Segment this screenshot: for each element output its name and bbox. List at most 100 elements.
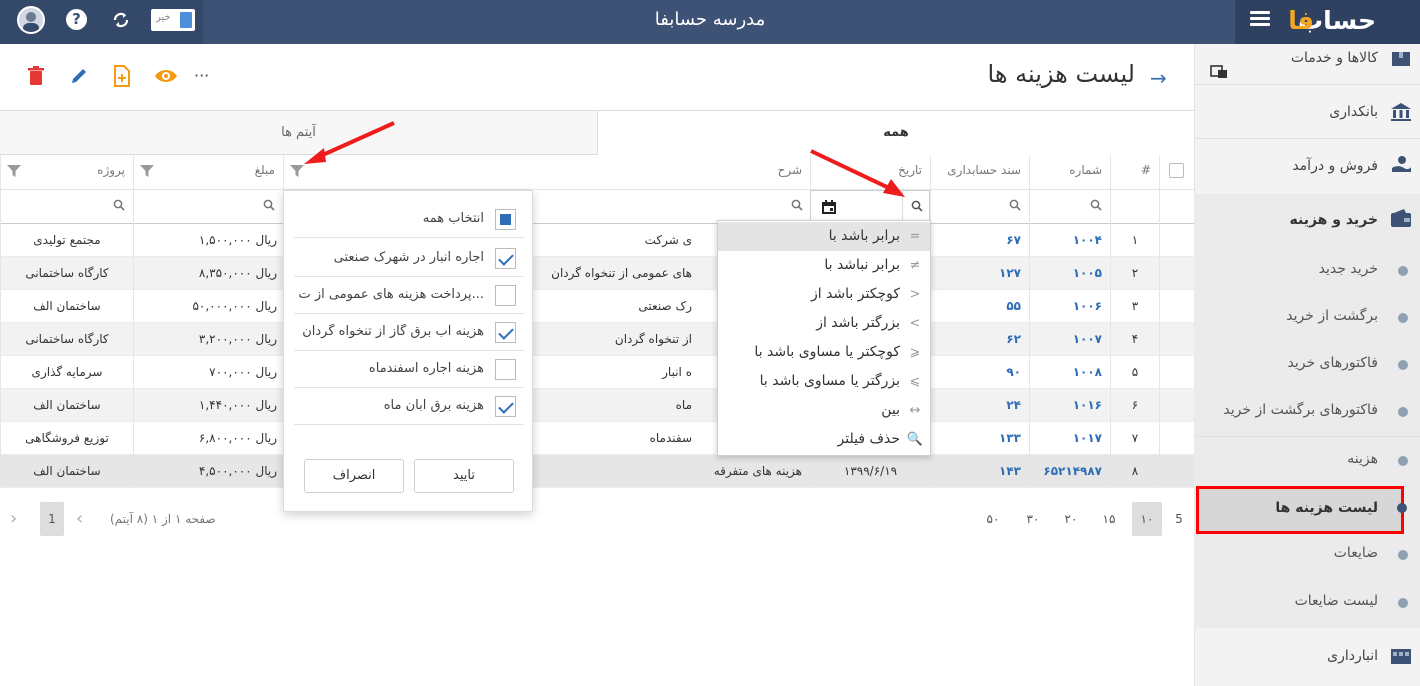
user-avatar[interactable] — [17, 6, 45, 34]
filter-operation-item[interactable]: ⩾ کوچکتر یا مساوی باشد با — [718, 338, 930, 367]
filter-icon[interactable] — [7, 165, 21, 177]
row-number-link[interactable]: ۱۰۰۴ — [1029, 224, 1110, 257]
filter-project-input[interactable] — [0, 190, 133, 224]
row-number-link[interactable]: ۱۰۰۵ — [1029, 257, 1110, 290]
checkbox-indeterminate[interactable] — [495, 209, 516, 230]
sidebar-sub-expense-list[interactable]: لیست هزینه ها — [1196, 486, 1407, 534]
row-number-link[interactable]: ۱۰۰۷ — [1029, 323, 1110, 356]
page-size-option[interactable]: 5 — [1164, 502, 1194, 536]
page-size-option[interactable]: ۲۰ — [1056, 502, 1086, 536]
page-size-option[interactable]: ۱۵ — [1094, 502, 1124, 536]
filter-operation-item[interactable]: ≠ برابر نباشد با — [718, 251, 930, 280]
checkbox-unchecked[interactable] — [495, 359, 516, 380]
select-all-checkbox[interactable] — [1169, 163, 1184, 178]
table-row[interactable]: ۳ ۱۰۰۶ ۵۵ رک صنعتی ۵۰,۰۰۰,۰۰۰ ریال ساختمان ال… — [0, 290, 1194, 323]
column-header-date[interactable]: تاریخ — [810, 155, 930, 190]
row-doc-link[interactable]: ۲۴ — [930, 389, 1029, 422]
page-size-option[interactable]: ۵۰ — [978, 502, 1008, 536]
help-icon[interactable]: ? — [66, 9, 87, 30]
operator-toggle[interactable] — [902, 191, 930, 223]
sidebar-sub-expense[interactable]: هزینه — [1194, 438, 1420, 484]
filter-operation-item[interactable]: > کوچکتر باشد از — [718, 280, 930, 309]
chevron-right-icon[interactable]: › — [10, 508, 17, 529]
filter-number-input[interactable] — [1029, 190, 1110, 224]
row-number-link[interactable]: ۱۰۱۷ — [1029, 422, 1110, 455]
table-row[interactable]: ۱ ۱۰۰۴ ۶۷ ی شرکت ۱,۵۰۰,۰۰۰ ریال مجتمع تولیدی — [0, 224, 1194, 257]
view-icon[interactable] — [154, 64, 178, 88]
filter-icon[interactable] — [290, 165, 304, 177]
row-doc-link[interactable]: ۶۲ — [930, 323, 1029, 356]
sidebar-sub-waste-list[interactable]: لیست ضایعات — [1194, 580, 1420, 626]
row-select-cell[interactable] — [1159, 422, 1194, 455]
sidebar-sub-return-invoices[interactable]: فاکتورهای برگشت از خرید — [1194, 389, 1420, 435]
filter-amount-input[interactable] — [133, 190, 283, 224]
row-doc-link[interactable]: ۱۲۷ — [930, 257, 1029, 290]
filter-operation-item[interactable]: = برابر باشد با — [718, 222, 930, 251]
ok-button[interactable]: تایید — [414, 459, 514, 493]
row-doc-link[interactable]: ۱۴۳ — [930, 455, 1029, 488]
sync-icon[interactable] — [110, 9, 132, 31]
checkbox-checked[interactable] — [495, 396, 516, 417]
row-select-cell[interactable] — [1159, 257, 1194, 290]
table-row[interactable]: ۴ ۱۰۰۷ ۶۲ از تنخواه گردان ۳,۲۰۰,۰۰۰ ریال کارگ… — [0, 323, 1194, 356]
header-filter-item[interactable]: پرداخت هزینه های عمومی از ت... — [294, 277, 524, 314]
column-header-number[interactable]: شماره — [1029, 155, 1110, 190]
table-row[interactable]: ۶ ۱۰۱۶ ۲۴ ماه ۱,۴۴۰,۰۰۰ ریال ساختمان الف — [0, 389, 1194, 422]
row-doc-link[interactable]: ۶۷ — [930, 224, 1029, 257]
row-number-link[interactable]: ۱۰۰۸ — [1029, 356, 1110, 389]
filter-operation-item[interactable]: ⩽ بزرگتر یا مساوی باشد با — [718, 367, 930, 396]
header-filter-item[interactable]: هزینه برق آبان ماه — [294, 388, 524, 425]
checkbox-checked[interactable] — [495, 248, 516, 269]
calendar-icon[interactable] — [821, 199, 837, 215]
sidebar-collapse-icon[interactable] — [1210, 64, 1228, 80]
row-select-cell[interactable] — [1159, 356, 1194, 389]
row-doc-link[interactable]: ۱۳۳ — [930, 422, 1029, 455]
row-number-link[interactable]: ۱۰۰۶ — [1029, 290, 1110, 323]
header-filter-item[interactable]: هزینه اجاره اسفندماه — [294, 351, 524, 388]
chevron-left-icon[interactable]: ‹ — [76, 508, 83, 529]
filter-icon[interactable] — [140, 165, 154, 177]
back-arrow-icon[interactable]: → — [1150, 66, 1167, 90]
column-header-doc[interactable]: سند حسابداری — [930, 155, 1029, 190]
filter-operation-item[interactable]: 🔍 حذف فیلتر — [718, 425, 930, 454]
row-doc-link[interactable]: ۹۰ — [930, 356, 1029, 389]
menu-icon[interactable] — [1250, 8, 1270, 28]
sidebar-sub-new-purchase[interactable]: خرید جدید — [1194, 248, 1420, 294]
row-doc-link[interactable]: ۵۵ — [930, 290, 1029, 323]
table-row[interactable]: ۷ ۱۰۱۷ ۱۳۳ سفندماه ۶,۸۰۰,۰۰۰ ریال توزیع فروشگ… — [0, 422, 1194, 455]
table-row[interactable]: ۵ ۱۰۰۸ ۹۰ ه انبار ۷۰۰,۰۰۰ ریال سرمایه گذاری — [0, 356, 1194, 389]
filter-operation-item[interactable]: ↔ بین — [718, 396, 930, 425]
sidebar-sub-purchase-return[interactable]: برگشت از خرید — [1194, 295, 1420, 341]
page-size-option[interactable]: ۱۰ — [1132, 502, 1162, 536]
row-select-cell[interactable] — [1159, 389, 1194, 422]
page-number-current[interactable]: 1 — [40, 502, 64, 536]
tab-items[interactable]: آیتم ها — [0, 111, 597, 155]
edit-icon[interactable] — [67, 64, 91, 88]
more-options-icon[interactable]: ··· — [194, 66, 209, 85]
row-select-cell[interactable] — [1159, 224, 1194, 257]
page-size-option[interactable]: ۳۰ — [1018, 502, 1048, 536]
mode-toggle[interactable]: خیر — [151, 9, 195, 31]
filter-date-input[interactable] — [810, 190, 930, 224]
add-document-icon[interactable] — [110, 64, 134, 88]
sidebar-sub-waste[interactable]: ضایعات — [1194, 532, 1420, 578]
filter-doc-input[interactable] — [930, 190, 1029, 224]
checkbox-unchecked[interactable] — [495, 285, 516, 306]
column-header-index[interactable]: # — [1110, 155, 1159, 190]
table-row[interactable]: ۸ ۶۵۲۱۴۹۸۷ ۱۴۳ ۱۳۹۹/۶/۱۹ هزینه های متفرقه ۴,۵… — [0, 455, 1194, 488]
column-header-description[interactable]: شرح — [283, 155, 810, 190]
filter-operation-item[interactable]: < بزرگتر باشد از — [718, 309, 930, 338]
delete-icon[interactable] — [24, 64, 48, 88]
header-filter-select-all[interactable]: انتخاب همه — [294, 201, 524, 238]
cancel-button[interactable]: انصراف — [304, 459, 404, 493]
header-filter-item[interactable]: هزینه آب برق گاز از تنخواه گردان — [294, 314, 524, 351]
row-select-cell[interactable] — [1159, 323, 1194, 356]
row-number-link[interactable]: ۱۰۱۶ — [1029, 389, 1110, 422]
row-number-link[interactable]: ۶۵۲۱۴۹۸۷ — [1029, 455, 1110, 488]
row-select-cell[interactable] — [1159, 455, 1194, 488]
column-header-amount[interactable]: مبلغ — [133, 155, 283, 190]
header-filter-item[interactable]: اجاره انبار در شهرک صنعتی — [294, 240, 524, 277]
sidebar-sub-purchase-invoices[interactable]: فاکتورهای خرید — [1194, 342, 1420, 388]
row-select-cell[interactable] — [1159, 290, 1194, 323]
tab-all[interactable]: همه — [597, 111, 1194, 155]
